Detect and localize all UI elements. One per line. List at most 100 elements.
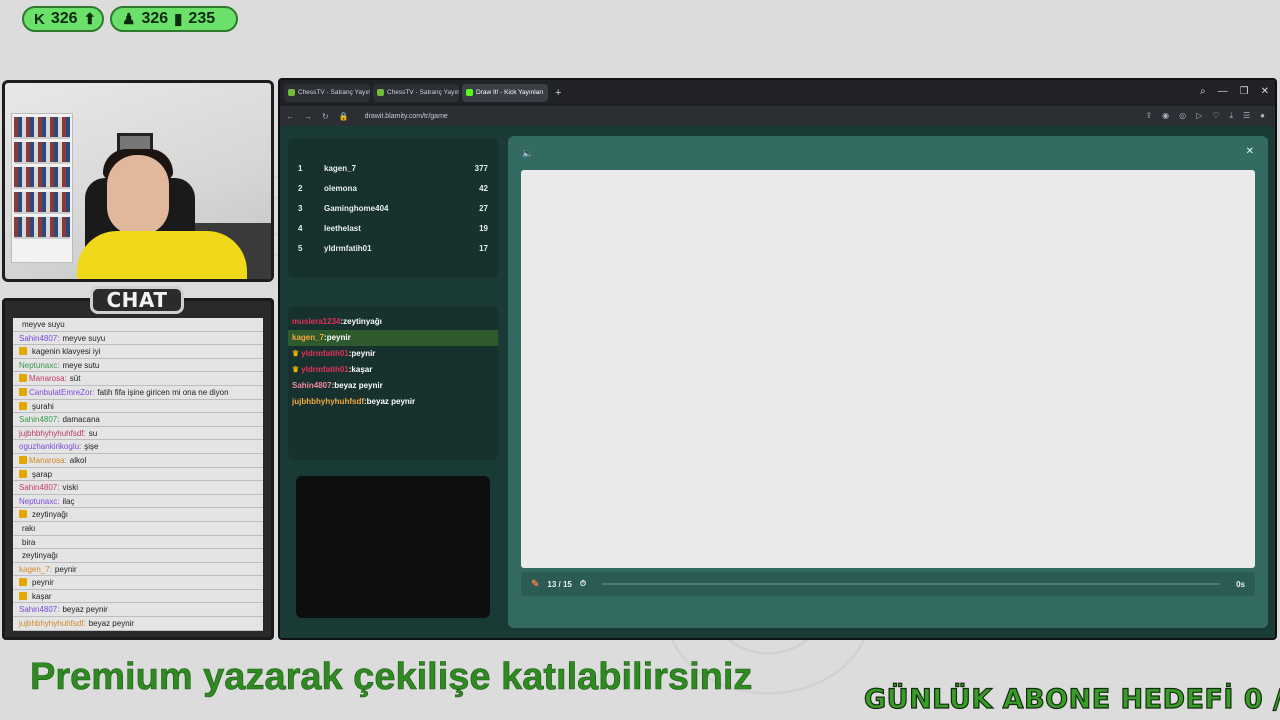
leaderboard-score: 19 [479,223,488,233]
chat-message: şarap [13,467,263,482]
chat-text: bira [22,537,36,547]
kick-logo-icon: K [34,10,45,28]
bar-chart-icon: ▮ [174,11,183,28]
chat-message: bira [13,535,263,550]
chat-username[interactable]: Manarosa: [29,374,67,383]
leaderboard-name: kagen_7 [324,163,357,173]
guess-username: muslera1234 [292,317,341,326]
chat-message: Neptunaxc: ilaç [13,494,263,509]
subscriber-badge-icon [19,455,27,464]
back-icon[interactable]: ← [286,112,294,121]
chat-text: fatih fifa işine giricen mi ona ne diyon [97,387,229,397]
chat-message: kaşar [13,589,263,604]
forward-icon[interactable]: → [304,112,312,121]
subscriber-badge-icon [19,591,27,600]
time-remaining: 0s [1236,579,1245,589]
chat-username[interactable]: Sahin4807: [19,415,59,424]
reload-icon[interactable]: ↻ [322,112,329,121]
chat-message: rakı [13,521,263,536]
leaderboard-rank: 2 [298,183,303,193]
chat-username[interactable]: Sahin4807: [19,483,59,492]
chat-text: alkol [69,455,87,465]
leaderboard-rank: 1 [298,163,303,173]
viewers-pill: ♟ 326 ▮ 235 [110,6,238,32]
chat-text: ilaç [62,496,75,506]
leaderboard-name: Gaminghome404 [324,203,389,213]
chat-username[interactable]: jujbhbhyhyhuhfsdf: [19,619,86,628]
chat-text: meyve suyu [62,333,106,343]
chat-text: meyve suyu [22,320,65,329]
chat-message: Sahin4807: viski [13,481,263,495]
guess-text: :beyaz peynir [331,381,383,390]
subscriber-badge-icon [19,401,27,410]
chat-message: zeytinyağı [13,549,263,563]
leaderboard-rank: 4 [298,223,303,233]
user-count: 326 [141,10,169,27]
url-text[interactable]: drawit.blamity.com/tr/game [365,113,448,120]
promo-banner: Premium yazarak çekilişe katılabilirsini… [30,656,753,699]
extension-icon[interactable]: ◎ [1179,111,1186,121]
webcam-feed [2,80,274,282]
chat-message: peynir [13,576,263,590]
subscriber-badge-icon [19,374,27,383]
chat-username[interactable]: Neptunaxc: [19,361,59,370]
chat-message: jujbhbhyhyhuhfsdf: beyaz peynir [13,617,263,631]
leaderboard-rank: 3 [298,203,303,213]
subscriber-badge-icon [19,387,27,396]
browser-window: ChessTV - Satranç Yayını ChessTV - Satra… [278,78,1277,640]
share-icon[interactable]: ⇪ [1145,111,1152,121]
chat-message: kagenin klavyesi iyi [13,345,263,359]
chat-username[interactable]: CanbulatEmreZor: [29,388,94,397]
streamer-face [107,155,169,235]
chat-message: kagen_7: peynir [13,562,263,577]
chat-text: peynir [32,578,54,588]
camera-icon[interactable]: ◉ [1162,111,1169,121]
profile-icon[interactable]: ● [1260,111,1265,121]
tab-chesstv-1[interactable]: ChessTV - Satranç Yayını [284,84,370,102]
tab-drawit[interactable]: Draw It! - Kick Yayınları [462,84,548,102]
round-counter: 13 / 15 [547,579,572,589]
guess-username: Sahin4807 [292,381,332,390]
maximize-icon[interactable]: ❐ [1240,86,1249,97]
chat-text: damacana [62,415,100,425]
speaker-icon[interactable]: 🔈 [522,148,533,159]
leaderboard-score: 42 [479,183,488,193]
search-icon[interactable]: ⌕ [1200,86,1206,97]
heart-icon[interactable]: ♡ [1212,111,1219,121]
chat-username[interactable]: Sahin4807: [19,605,59,614]
chat-username[interactable]: Manarosa: [29,456,67,465]
chat-username[interactable]: Sahin4807: [19,334,59,343]
close-window-icon[interactable]: ✕ [1261,86,1269,97]
new-tab-button[interactable]: + [555,87,561,99]
play-icon[interactable]: ▷ [1196,111,1202,121]
drawing-canvas[interactable] [521,170,1255,568]
chat-text: şarap [32,469,53,479]
close-icon[interactable]: ✕ [1246,146,1254,157]
leaderboard-row: 5 yldrmfatih01 17 [298,238,488,258]
leaderboard-score: 27 [479,203,488,213]
crown-icon: ♛ [292,365,300,374]
guess-feed: muslera1234:zeytinyağı kagen_7:peynir ♛ yld… [288,306,498,460]
crown-icon: ♛ [292,349,300,358]
chat-username[interactable]: jujbhbhyhyhuhfsdf: [19,429,86,438]
chat-text: süt [69,374,81,384]
minimize-icon[interactable]: — [1218,86,1228,97]
guess-text: :kaşar [348,365,373,374]
tab-bar: ChessTV - Satranç Yayını ChessTV - Satra… [280,80,1275,106]
chat-text: beyaz peynir [88,619,135,629]
chat-username[interactable]: oguzhankirikoglu: [19,442,81,451]
chat-username[interactable]: Neptunaxc: [19,497,59,506]
tab-chesstv-2[interactable]: ChessTV - Satranç Yayını [373,84,459,102]
guess-row: ♛ yldrmfatih01:peynir [288,346,498,362]
lock-icon: 🔒 [338,111,349,121]
download-icon[interactable]: ⤓ [1229,111,1233,121]
leaderboard-name: leethelast [324,223,361,233]
chat-title: CHAT [90,286,184,314]
chat-username[interactable]: kagen_7: [19,565,52,574]
chat-text: kaşar [32,591,52,601]
menu-icon[interactable]: ☰ [1243,111,1250,121]
arrow-up-icon: ⬆ [83,11,97,28]
guess-username: yldrmfatih01 [301,349,349,358]
leaderboard-name: olemona [324,183,357,193]
followers-pill: K 326 ⬆ [22,6,104,32]
